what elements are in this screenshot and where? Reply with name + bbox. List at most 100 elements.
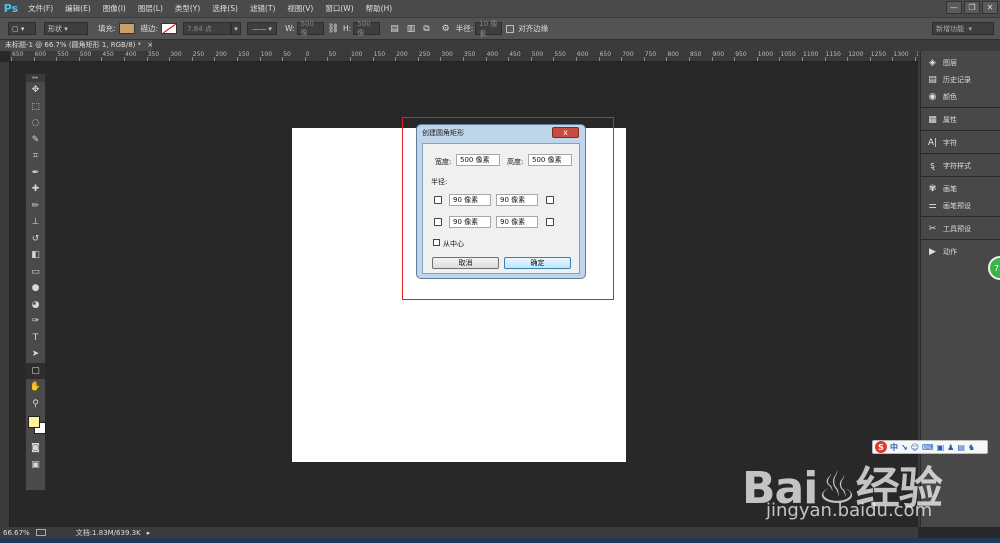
path-select-tool-icon[interactable]: ➤ (26, 346, 45, 363)
shape-tool-icon[interactable]: ▢ (26, 362, 45, 379)
menu-layer[interactable]: 图层(L) (132, 3, 169, 14)
stamp-tool-icon[interactable]: ⊥ (26, 214, 45, 231)
menu-help[interactable]: 帮助(H) (360, 3, 399, 14)
radius-top-right-input[interactable]: 90 像素 (496, 194, 538, 206)
ruler-tick (915, 57, 916, 61)
ruler-label: 250 (192, 51, 205, 58)
blur-tool-icon[interactable]: ● (26, 280, 45, 297)
ime-toolbox-icon[interactable]: ▤ (957, 443, 965, 452)
ok-button[interactable]: 确定 (504, 257, 571, 269)
lasso-tool-icon[interactable]: ◌ (26, 115, 45, 132)
tool-presets-icon: ✂ (928, 223, 937, 234)
minimize-button[interactable]: — (946, 1, 962, 14)
align-edges-checkbox[interactable] (506, 24, 515, 33)
hand-tool-icon[interactable]: ✋ (26, 379, 45, 396)
move-tool-icon[interactable]: ✥ (26, 82, 45, 99)
radius-top-left-input[interactable]: 90 像素 (449, 194, 491, 206)
tool-preset-picker[interactable]: ▢ ▾ (8, 22, 36, 35)
panel-item-history[interactable]: ▤ 历史记录 (921, 71, 1000, 88)
path-operations-icon[interactable]: ▤ (390, 24, 399, 34)
ime-punctuation-icon[interactable]: ↘ (901, 443, 908, 452)
panel-item-brush-presets[interactable]: ⚌ 画笔预设 (921, 197, 1000, 214)
gear-icon[interactable]: ⚙ (442, 24, 450, 34)
healing-tool-icon[interactable]: ✚ (26, 181, 45, 198)
quick-select-tool-icon[interactable]: ✎ (26, 132, 45, 149)
cancel-button[interactable]: 取消 (432, 257, 499, 269)
from-center-checkbox[interactable] (433, 239, 440, 246)
panel-item-character-styles[interactable]: ȿ 字符样式 (921, 157, 1000, 174)
fill-color-swatch[interactable] (118, 23, 135, 34)
stroke-size-dropdown[interactable]: ▾ (231, 22, 242, 35)
panel-item-color[interactable]: ◉ 颜色 (921, 88, 1000, 105)
radius-label: 半径: (455, 24, 474, 33)
path-arrangement-icon[interactable]: ⧉ (423, 24, 429, 34)
ruler-tick (530, 57, 532, 61)
ime-emoji-icon[interactable]: ☺ (911, 443, 919, 452)
radius-bottom-right-input[interactable]: 90 像素 (496, 216, 538, 228)
panel-item-properties[interactable]: ▦ 属性 (921, 111, 1000, 128)
menu-window[interactable]: 窗口(W) (319, 3, 359, 14)
toolbox-grip[interactable]: ▸▸ (26, 74, 45, 82)
ruler-label: 400 (486, 51, 499, 58)
menu-filter[interactable]: 滤镜(T) (244, 3, 281, 14)
link-icon[interactable]: ⛓ (328, 24, 339, 34)
zoom-tool-icon[interactable]: ⚲ (26, 396, 45, 413)
height-input[interactable]: 500 像素 (528, 154, 572, 166)
ime-settings-icon[interactable]: ♞ (968, 443, 975, 452)
path-alignment-icon[interactable]: ▥ (407, 24, 416, 34)
menu-type[interactable]: 类型(Y) (169, 3, 206, 14)
radius-label: 半径: (431, 178, 448, 186)
ruler-tick (756, 57, 758, 61)
ime-skin-icon[interactable]: ▣ (937, 443, 945, 452)
menu-edit[interactable]: 编辑(E) (59, 3, 97, 14)
menu-view[interactable]: 视图(V) (281, 3, 319, 14)
dialog-close-button[interactable]: x (552, 127, 579, 138)
gradient-tool-icon[interactable]: ▭ (26, 264, 45, 281)
ime-chinese-mode-icon[interactable]: 中 (890, 442, 898, 453)
pen-tool-icon[interactable]: ✑ (26, 313, 45, 330)
foreground-color-swatch[interactable] (28, 416, 40, 428)
stroke-type-select[interactable]: —— ▾ (247, 22, 278, 35)
radius-bottom-left-input[interactable]: 90 像素 (449, 216, 491, 228)
color-swatches (26, 412, 46, 440)
stroke-color-swatch[interactable] (161, 23, 178, 34)
ime-keyboard-icon[interactable]: ⌨ (922, 443, 934, 452)
marquee-tool-icon[interactable]: ⬚ (26, 99, 45, 116)
menu-image[interactable]: 图像(I) (97, 3, 132, 14)
dodge-tool-icon[interactable]: ◕ (26, 297, 45, 314)
brush-tool-icon[interactable]: ✏ (26, 198, 45, 215)
quick-mask-icon[interactable]: ◙ (26, 440, 45, 457)
panel-item-actions[interactable]: ▶ 动作 (921, 243, 1000, 260)
status-menu-arrow[interactable]: ▸ (147, 529, 151, 537)
ruler-label: 1150 (825, 51, 841, 58)
options-bar: ▢ ▾ 形状 ▾ 填充: 描边: 7.84 点 ▾ —— ▾ W: 500 像 … (0, 17, 1000, 40)
panel-item-brush[interactable]: ✾ 画笔 (921, 180, 1000, 197)
restore-button[interactable]: ❐ (964, 1, 980, 14)
crop-tool-icon[interactable]: ⌗ (26, 148, 45, 165)
screen-mode-icon[interactable]: ▣ (26, 457, 45, 474)
workspace-select[interactable]: 新增功能 ▾ (932, 22, 994, 35)
panel-item-character[interactable]: A| 字符 (921, 134, 1000, 151)
stroke-size-field[interactable]: 7.84 点 (183, 22, 232, 35)
height-field[interactable]: 500 像 (353, 20, 381, 37)
document-close-icon[interactable]: × (147, 41, 153, 49)
document-tab[interactable]: 未标题-1 @ 66.7% (圆角矩形 1, RGB/8) * × (0, 40, 153, 51)
character-icon: A| (927, 137, 938, 148)
menu-file[interactable]: 文件(F) (22, 3, 59, 14)
type-tool-icon[interactable]: T (26, 330, 45, 347)
history-brush-tool-icon[interactable]: ↺ (26, 231, 45, 248)
width-input[interactable]: 500 像素 (456, 154, 500, 166)
width-field[interactable]: 500 像 (296, 20, 324, 37)
close-window-button[interactable]: ✕ (982, 1, 998, 14)
radius-field[interactable]: 10 像素 (475, 20, 503, 38)
zoom-level[interactable]: 66.67% (3, 529, 30, 537)
shape-mode-select[interactable]: 形状 ▾ (44, 22, 88, 35)
export-icon[interactable] (35, 529, 46, 536)
ruler-label: 450 (509, 51, 521, 58)
panel-item-layers[interactable]: ◈ 图层 (921, 54, 1000, 71)
panel-item-tool-presets[interactable]: ✂ 工具预设 (921, 220, 1000, 237)
menu-select[interactable]: 选择(S) (206, 3, 244, 14)
eraser-tool-icon[interactable]: ◧ (26, 247, 45, 264)
eyedropper-tool-icon[interactable]: ✒ (26, 165, 45, 182)
ime-user-icon[interactable]: ♟ (947, 443, 954, 452)
